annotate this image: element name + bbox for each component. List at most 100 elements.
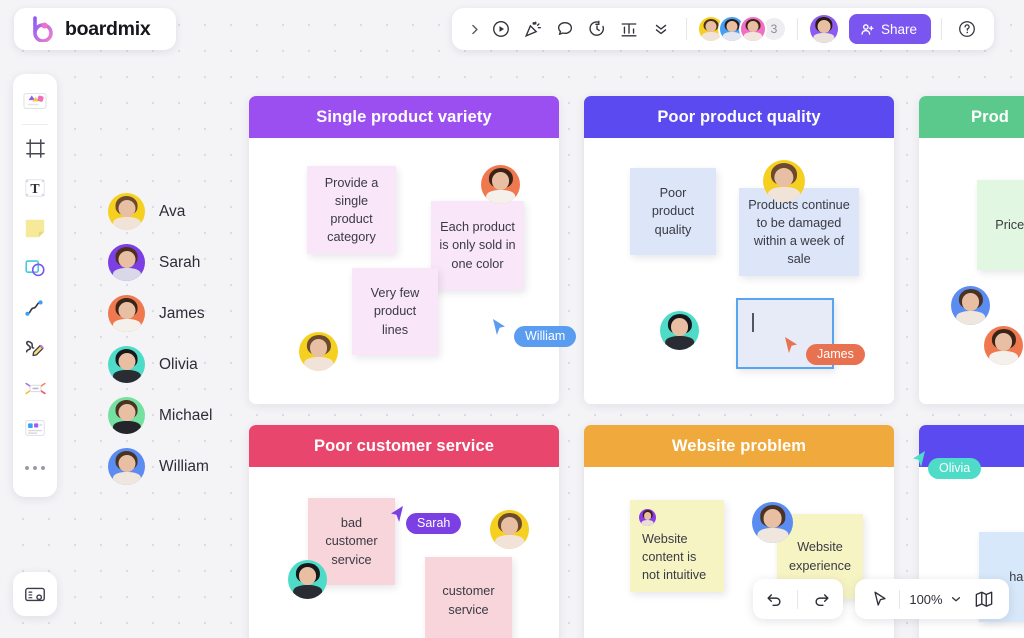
map-icon[interactable] bbox=[965, 580, 1003, 618]
card-body: Price too hi bbox=[919, 138, 1024, 404]
frame-icon[interactable] bbox=[17, 128, 53, 168]
avatar bbox=[108, 244, 145, 281]
connector-icon[interactable] bbox=[17, 288, 53, 328]
timer-icon[interactable] bbox=[582, 14, 612, 44]
list-item[interactable]: Sarah bbox=[108, 237, 212, 288]
member-name: William bbox=[159, 457, 209, 475]
cursor-label: William bbox=[514, 326, 577, 347]
card-body: bad customer service customer service bbox=[249, 467, 559, 638]
avatar[interactable] bbox=[299, 332, 338, 371]
toolbar-divider-1 bbox=[686, 18, 687, 40]
sticky-note[interactable]: Website content is not intuitive bbox=[630, 500, 724, 592]
member-name: Sarah bbox=[159, 253, 201, 271]
sticky-note[interactable]: Price too hi bbox=[977, 180, 1024, 270]
member-name: Olivia bbox=[159, 355, 198, 373]
card-body: Provide a single product category Each p… bbox=[249, 138, 559, 404]
redo-icon[interactable] bbox=[803, 580, 841, 618]
shape-icon[interactable] bbox=[17, 248, 53, 288]
list-item[interactable]: Ava bbox=[108, 186, 212, 237]
avatar[interactable] bbox=[951, 286, 990, 325]
avatar bbox=[108, 295, 145, 332]
card-title: Single product variety bbox=[249, 96, 559, 138]
avatar bbox=[108, 448, 145, 485]
share-label: Share bbox=[881, 21, 918, 37]
chevron-down-icon[interactable] bbox=[947, 580, 965, 618]
avatar[interactable] bbox=[481, 165, 520, 204]
avatar[interactable] bbox=[752, 502, 793, 543]
question-circle-icon[interactable] bbox=[952, 14, 982, 44]
toolbar-divider-2 bbox=[797, 18, 798, 40]
top-toolbar: 3 Share bbox=[452, 8, 995, 50]
cursor-label: James bbox=[806, 344, 865, 365]
logo-text: boardmix bbox=[65, 17, 151, 40]
member-list: Ava Sarah James Olivia Michael William bbox=[108, 186, 212, 492]
avatar[interactable] bbox=[490, 510, 529, 549]
celebrate-icon[interactable] bbox=[518, 14, 548, 44]
cursor-label: Olivia bbox=[928, 458, 982, 479]
card-title: Prod bbox=[919, 96, 1024, 138]
sticky-note-icon[interactable] bbox=[17, 208, 53, 248]
undo-icon[interactable] bbox=[755, 580, 793, 618]
chevron-right-icon[interactable] bbox=[464, 14, 484, 44]
board-card[interactable]: Prod Price too hi bbox=[919, 96, 1024, 404]
card-title: Poor product quality bbox=[584, 96, 894, 138]
pen-icon[interactable] bbox=[17, 328, 53, 368]
cursor-label: Sarah bbox=[406, 513, 462, 534]
comment-icon[interactable] bbox=[550, 14, 580, 44]
play-circle-icon[interactable] bbox=[486, 14, 516, 44]
history-toolbar bbox=[753, 579, 843, 619]
chevrons-down-icon[interactable] bbox=[646, 14, 676, 44]
sticky-note[interactable]: Each product is only sold in one color bbox=[431, 201, 524, 290]
list-item[interactable]: Michael bbox=[108, 390, 212, 441]
boardmix-logo-icon bbox=[30, 16, 56, 43]
toolbar-divider-3 bbox=[941, 18, 943, 40]
list-item[interactable]: Olivia bbox=[108, 339, 212, 390]
sticky-note[interactable]: Poor product quality bbox=[630, 168, 716, 255]
sticky-note[interactable]: Provide a single product category bbox=[307, 166, 396, 254]
templates-icon[interactable] bbox=[17, 81, 53, 121]
text-caret bbox=[752, 313, 754, 332]
current-user-avatar[interactable] bbox=[810, 15, 838, 43]
pointer-icon bbox=[492, 318, 507, 337]
card-icon[interactable] bbox=[13, 572, 57, 616]
boardmix-canvas: boardmix 3 Share T Ava Sarah James Olivi… bbox=[0, 0, 1024, 638]
pointer-tool-icon[interactable] bbox=[861, 580, 899, 618]
more-icon[interactable] bbox=[17, 448, 53, 488]
app-logo[interactable]: boardmix bbox=[14, 8, 176, 50]
pointer-icon bbox=[911, 450, 926, 469]
sticky-note[interactable]: customer service bbox=[425, 557, 512, 638]
avatar[interactable] bbox=[739, 15, 767, 43]
share-button[interactable]: Share bbox=[849, 14, 932, 44]
board-card[interactable]: Single product variety Provide a single … bbox=[249, 96, 559, 404]
member-name: Ava bbox=[159, 202, 186, 220]
pointer-icon bbox=[784, 336, 799, 355]
svg-text:T: T bbox=[30, 181, 40, 196]
member-name: Michael bbox=[159, 406, 213, 424]
cursor-james: James bbox=[784, 336, 865, 365]
cursor-olivia: Olivia bbox=[911, 450, 982, 479]
avatar bbox=[108, 193, 145, 230]
collaborator-avatars[interactable]: 3 bbox=[697, 15, 787, 43]
avatar[interactable] bbox=[660, 311, 699, 350]
zoom-toolbar: 100% bbox=[855, 579, 1009, 619]
avatar bbox=[108, 397, 145, 434]
member-name: James bbox=[159, 304, 205, 322]
vote-chart-icon[interactable] bbox=[614, 14, 644, 44]
list-item[interactable]: William bbox=[108, 441, 212, 492]
left-toolbar: T bbox=[13, 74, 57, 497]
text-icon[interactable]: T bbox=[17, 168, 53, 208]
board-card[interactable]: Website problem Website content is not i… bbox=[584, 425, 894, 638]
card-body: Website content is not intuitive Website… bbox=[584, 467, 894, 638]
note-author-avatar bbox=[639, 509, 656, 526]
avatar bbox=[108, 346, 145, 383]
avatar[interactable] bbox=[984, 326, 1023, 365]
document-icon[interactable] bbox=[17, 408, 53, 448]
list-item[interactable]: James bbox=[108, 288, 212, 339]
mindmap-icon[interactable] bbox=[17, 368, 53, 408]
avatar[interactable] bbox=[763, 160, 805, 202]
card-title: Poor customer service bbox=[249, 425, 559, 467]
avatar[interactable] bbox=[288, 560, 327, 599]
sticky-note[interactable]: Very few product lines bbox=[352, 268, 438, 355]
cursor-sarah: Sarah bbox=[389, 505, 462, 534]
zoom-level[interactable]: 100% bbox=[900, 592, 946, 607]
